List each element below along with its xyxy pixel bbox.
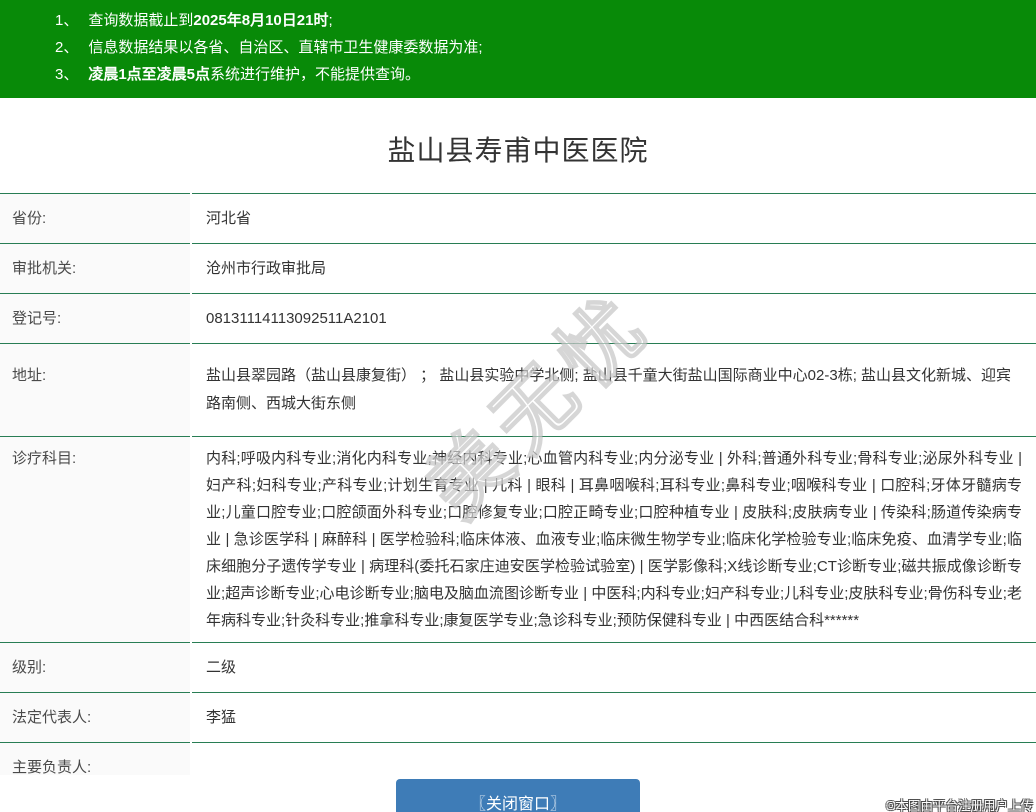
notice-text: 信息数据结果以各省、自治区、直辖市卫生健康委数据为准;	[88, 39, 482, 56]
field-value: 08131114113092511A2101	[192, 293, 1036, 343]
notice-number: 2、	[55, 39, 78, 56]
copyright-watermark: ©本图由平台注册用户上传	[886, 795, 1033, 812]
footer-bar: 〖关闭窗口〗 ©本图由平台注册用户上传	[0, 775, 1036, 812]
field-value: 沧州市行政审批局	[192, 243, 1036, 293]
page-title: 盐山县寿甫中医医院	[0, 129, 1036, 169]
field-label: 诊疗科目:	[0, 436, 190, 642]
field-value: 李猛	[192, 692, 1036, 742]
notice-text-bold: 2025年8月10日21时	[193, 12, 328, 29]
notice-text-bold: 凌晨1点至凌晨5点	[88, 66, 210, 83]
notice-number: 3、	[55, 66, 78, 83]
notice-text: 查询数据截止到	[88, 12, 193, 29]
query-result-page: 1、查询数据截止到2025年8月10日21时; 2、信息数据结果以各省、自治区、…	[0, 0, 1036, 812]
table-row-province: 省份: 河北省	[0, 193, 1036, 243]
notice-line-2: 2、信息数据结果以各省、自治区、直辖市卫生健康委数据为准;	[0, 34, 1036, 61]
table-row-level: 级别: 二级	[0, 642, 1036, 692]
field-label: 审批机关:	[0, 243, 190, 293]
notice-number: 1、	[55, 12, 78, 29]
notice-line-3: 3、凌晨1点至凌晨5点系统进行维护，不能提供查询。	[0, 61, 1036, 88]
field-value: 内科;呼吸内科专业;消化内科专业;神经内科专业;心血管内科专业;内分泌专业 | …	[192, 436, 1036, 642]
table-row-registration-number: 登记号: 08131114113092511A2101	[0, 293, 1036, 343]
hospital-info-table: 省份: 河北省 审批机关: 沧州市行政审批局 登记号: 081311141130…	[0, 193, 1036, 792]
field-label: 登记号:	[0, 293, 190, 343]
field-value: 河北省	[192, 193, 1036, 243]
table-row-legal-representative: 法定代表人: 李猛	[0, 692, 1036, 742]
table-row-address: 地址: 盐山县翠园路（盐山县康复街） ； 盐山县实验中学北侧; 盐山县千童大街盐…	[0, 343, 1036, 436]
field-label: 法定代表人:	[0, 692, 190, 742]
table-row-medical-subjects: 诊疗科目: 内科;呼吸内科专业;消化内科专业;神经内科专业;心血管内科专业;内分…	[0, 436, 1036, 642]
notice-text: ;	[328, 12, 332, 29]
notice-text: 系统进行维护，不能提供查询。	[210, 66, 420, 83]
close-window-button[interactable]: 〖关闭窗口〗	[396, 779, 640, 812]
field-label: 级别:	[0, 642, 190, 692]
field-value: 二级	[192, 642, 1036, 692]
field-value: 盐山县翠园路（盐山县康复街） ； 盐山县实验中学北侧; 盐山县千童大街盐山国际商…	[192, 343, 1036, 436]
notice-line-1: 1、查询数据截止到2025年8月10日21时;	[0, 7, 1036, 34]
field-label: 省份:	[0, 193, 190, 243]
notice-banner: 1、查询数据截止到2025年8月10日21时; 2、信息数据结果以各省、自治区、…	[0, 0, 1036, 98]
table-row-approval-authority: 审批机关: 沧州市行政审批局	[0, 243, 1036, 293]
field-label: 地址:	[0, 343, 190, 436]
